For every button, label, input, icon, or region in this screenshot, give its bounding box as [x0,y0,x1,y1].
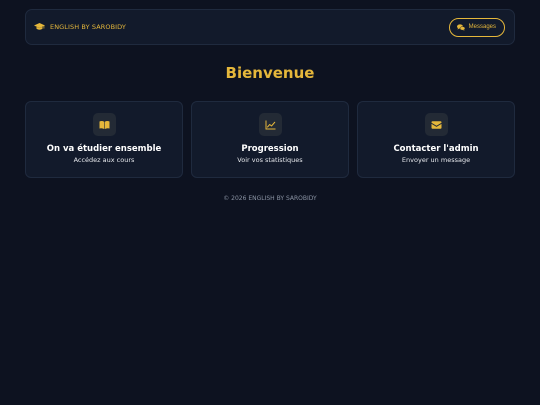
card-icon-tile [92,113,116,136]
book-open-icon [99,120,109,129]
card-subtitle: Accédez aux cours [73,156,135,164]
graduation-cap-icon [34,23,45,30]
card-icon-tile [258,113,282,136]
card-subtitle: Voir vos statistiques [237,156,303,164]
brand[interactable]: ENGLISH BY SAROBIDY [34,23,126,31]
card-title: Contacter l'admin [393,144,479,154]
navbar: ENGLISH BY SAROBIDY Messages [25,9,515,45]
card-icon-tile [424,113,448,136]
card-study[interactable]: On va étudier ensemble Accédez aux cours [25,101,183,178]
card-contact-admin[interactable]: Contacter l'admin Envoyer un message [357,101,515,178]
envelope-icon [431,120,441,129]
page-title: Bienvenue [225,64,315,82]
messages-button-label: Messages [468,24,496,30]
messages-button[interactable]: Messages [448,17,505,37]
card-title: On va étudier ensemble [46,144,162,154]
line-chart-icon [265,120,275,129]
card-progression[interactable]: Progression Voir vos statistiques [191,101,349,178]
chat-bubbles-icon [456,23,465,31]
cards-grid: On va étudier ensemble Accédez aux cours… [25,101,515,178]
footer-copyright: © 2026 ENGLISH BY SAROBIDY [223,195,317,202]
card-title: Progression [241,144,299,154]
footer: © 2026 ENGLISH BY SAROBIDY [0,195,540,202]
page: ENGLISH BY SAROBIDY Messages Bienvenue O… [0,0,540,405]
brand-name: ENGLISH BY SAROBIDY [50,23,126,31]
card-subtitle: Envoyer un message [401,156,471,164]
